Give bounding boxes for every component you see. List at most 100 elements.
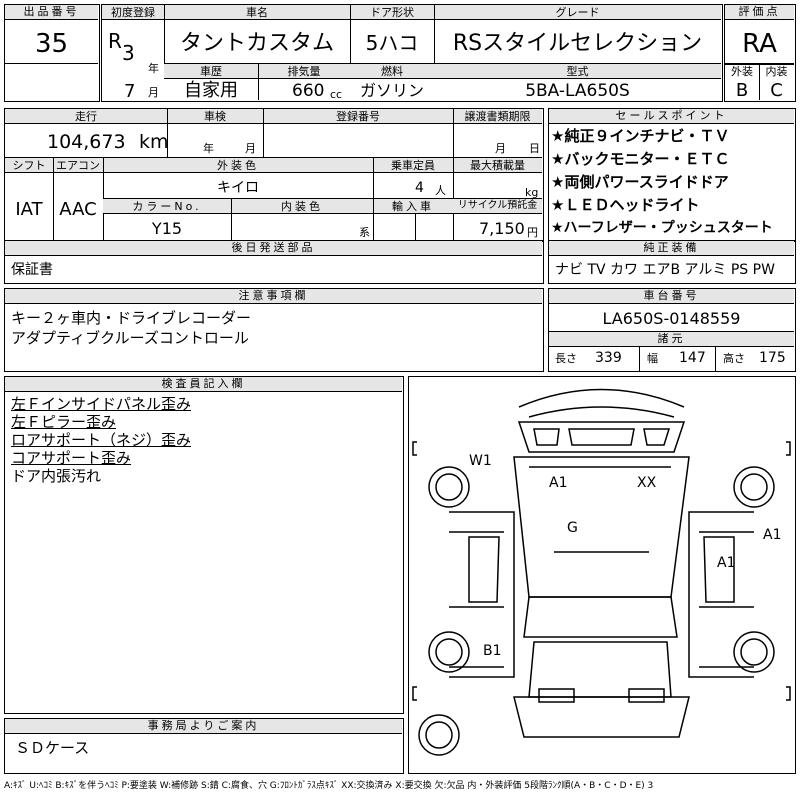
grade-value: RSスタイルセレクション (452, 31, 703, 56)
damage-mark-w1: W1 (469, 453, 492, 469)
door-label: ドア形状 (370, 6, 414, 19)
month-number: 7 (124, 81, 136, 102)
height-value: 175 (759, 350, 786, 366)
inspection-label: 車検 (204, 110, 226, 123)
office-label: 事務局よりご案内 (5, 719, 402, 734)
ext-grade: B (735, 80, 749, 101)
notes-label: 注意事項欄 (5, 289, 542, 304)
damage-mark-a1-side: A1 (717, 555, 735, 571)
recycle-unit: 円 (527, 226, 538, 239)
legend: A:ｷｽﾞ U:ﾍｺﾐ B:ｷｽﾞを伴うﾍｺﾐ P:要塗装 W:補修跡 S:錆 … (4, 781, 654, 791)
mileage-unit: km (139, 131, 169, 153)
chassis-number: LA650S-0148559 (602, 309, 741, 328)
damage-mark-a1: A1 (549, 475, 567, 491)
load-label: 最大積載量 (470, 159, 525, 172)
later-parts-box: 後日発送部品 保証書 (4, 240, 544, 284)
inspection-month: 月 (245, 142, 256, 155)
length-value: 339 (595, 350, 622, 366)
first-reg-label: 初度登録 (111, 6, 155, 19)
int-grade: C (770, 80, 783, 101)
recycle-value: 7,150 (479, 219, 525, 238)
history-label: 車歴 (200, 65, 222, 78)
inspector-label: 検査員記入欄 (5, 377, 402, 392)
sales-point: ★純正９インチナビ・ＴＶ (551, 127, 730, 145)
year-number: 3 (122, 41, 135, 65)
colorno-value: Y15 (151, 219, 183, 238)
name-label: 車名 (246, 6, 268, 19)
door-type: 5ハコ (365, 31, 419, 55)
transfer-day: 日 (529, 142, 540, 155)
score-box: 評価点 RA 外装 内装 B C (724, 4, 796, 102)
history-value: 自家用 (184, 80, 238, 101)
office-value: ＳＤケース (15, 739, 90, 757)
fuel-label: 燃料 (381, 65, 403, 78)
sales-point: ★バックモニター・ＥＴＣ (551, 150, 730, 168)
transfer-month: 月 (495, 142, 506, 155)
intcolor-label: 内装色 (281, 200, 323, 213)
model-value: 5BA-LA650S (525, 81, 630, 101)
color-value: キイロ (217, 180, 259, 196)
displacement-value: 660 (292, 81, 325, 101)
shift-label: シフト (12, 159, 46, 172)
sales-points-label: セールスポイント (549, 109, 794, 124)
chassis-label: 車台番号 (549, 289, 794, 304)
sales-point: ★両側パワースライドドア (551, 173, 729, 191)
car-diagram-box: W1 A1 XX G A1 A1 B1 (408, 376, 796, 774)
color-label: 外装色 (217, 159, 259, 172)
later-parts-label: 後日発送部品 (5, 241, 542, 256)
intcolor-unit: 系 (359, 226, 370, 239)
displacement-label: 排気量 (287, 65, 321, 78)
score-label: 評価点 (725, 5, 794, 20)
car-name: タントカスタム (179, 31, 334, 56)
later-parts-value: 保証書 (11, 262, 53, 278)
lot-label: 出品番号 (5, 5, 98, 20)
equipment-box: 純正装備 ナビ TV カワ エアB アルミ PS PW (548, 240, 796, 284)
capacity-value: 4 (415, 180, 424, 196)
note-line: キー２ヶ車内・ドライブレコーダー (11, 309, 252, 327)
fuel-value: ガソリン (359, 81, 424, 100)
model-label: 型式 (566, 65, 589, 78)
lot-number: 35 (34, 29, 69, 59)
inspector-box: 検査員記入欄 左Ｆインサイドパネル歪み 左Ｆピラー歪み ロアサポート（ネジ）歪み… (4, 376, 404, 714)
year-unit: 年 (148, 62, 159, 75)
damage-mark-xx: XX (637, 475, 657, 491)
chassis-box: 車台番号 LA650S-0148559 諸元 長さ 339 幅 147 高さ 1… (548, 288, 796, 372)
inspector-line: ロアサポート（ネジ）歪み (11, 431, 192, 449)
damage-mark-a1-right: A1 (763, 527, 781, 543)
capacity-unit: 人 (435, 184, 446, 197)
mileage-value: 104,673 (47, 131, 126, 153)
displacement-unit: cc (330, 88, 343, 101)
equipment-value: ナビ TV カワ エアB アルミ PS PW (555, 262, 775, 278)
score-value: RA (742, 29, 777, 59)
transfer-label: 譲渡書類期限 (464, 110, 531, 123)
shift-value: IAT (15, 199, 43, 220)
ac-value: AAC (59, 199, 97, 220)
recycle-label: リサイクル預託金 (457, 200, 538, 211)
mileage-label: 走行 (75, 110, 97, 123)
note-line: アダプティブクルーズコントロール (11, 329, 249, 347)
width-value: 147 (679, 350, 706, 366)
inspector-line: コアサポート歪み (11, 449, 132, 467)
ext-grade-label: 外装 (731, 65, 753, 78)
inspector-line: 左Ｆピラー歪み (11, 413, 117, 431)
capacity-label: 乗車定員 (391, 159, 435, 172)
height-label: 高さ (723, 352, 745, 365)
lot-box: 出品番号 35 (4, 4, 100, 102)
inspection-year: 年 (203, 142, 214, 155)
car-diagram: W1 A1 XX G A1 A1 B1 (412, 388, 791, 756)
month-unit: 月 (148, 86, 159, 99)
inspector-line: 左Ｆインサイドパネル歪み (11, 395, 192, 413)
import-label: 輸入車 (392, 200, 434, 213)
sales-point: ★ハーフレザー・プッシュスタート (551, 220, 773, 236)
regno-label: 登録番号 (336, 110, 380, 123)
colorno-label: カラーNo. (132, 200, 202, 213)
details-box: 走行 車検 登録番号 譲渡書類期限 104,673 km 年 月 月 日 シフト… (4, 108, 544, 242)
sales-points-box: セールスポイント ★純正９インチナビ・ＴＶ ★バックモニター・ＥＴＣ ★両側パワ… (548, 108, 796, 242)
damage-mark-b1: B1 (483, 643, 502, 659)
inspector-line: ドア内張汚れ (11, 467, 102, 485)
era: R (108, 29, 122, 53)
damage-mark-g: G (567, 520, 578, 536)
load-unit: kg (525, 186, 539, 199)
notes-box: 注意事項欄 キー２ヶ車内・ドライブレコーダー アダプティブクルーズコントロール (4, 288, 544, 372)
int-grade-label: 内装 (765, 65, 788, 78)
